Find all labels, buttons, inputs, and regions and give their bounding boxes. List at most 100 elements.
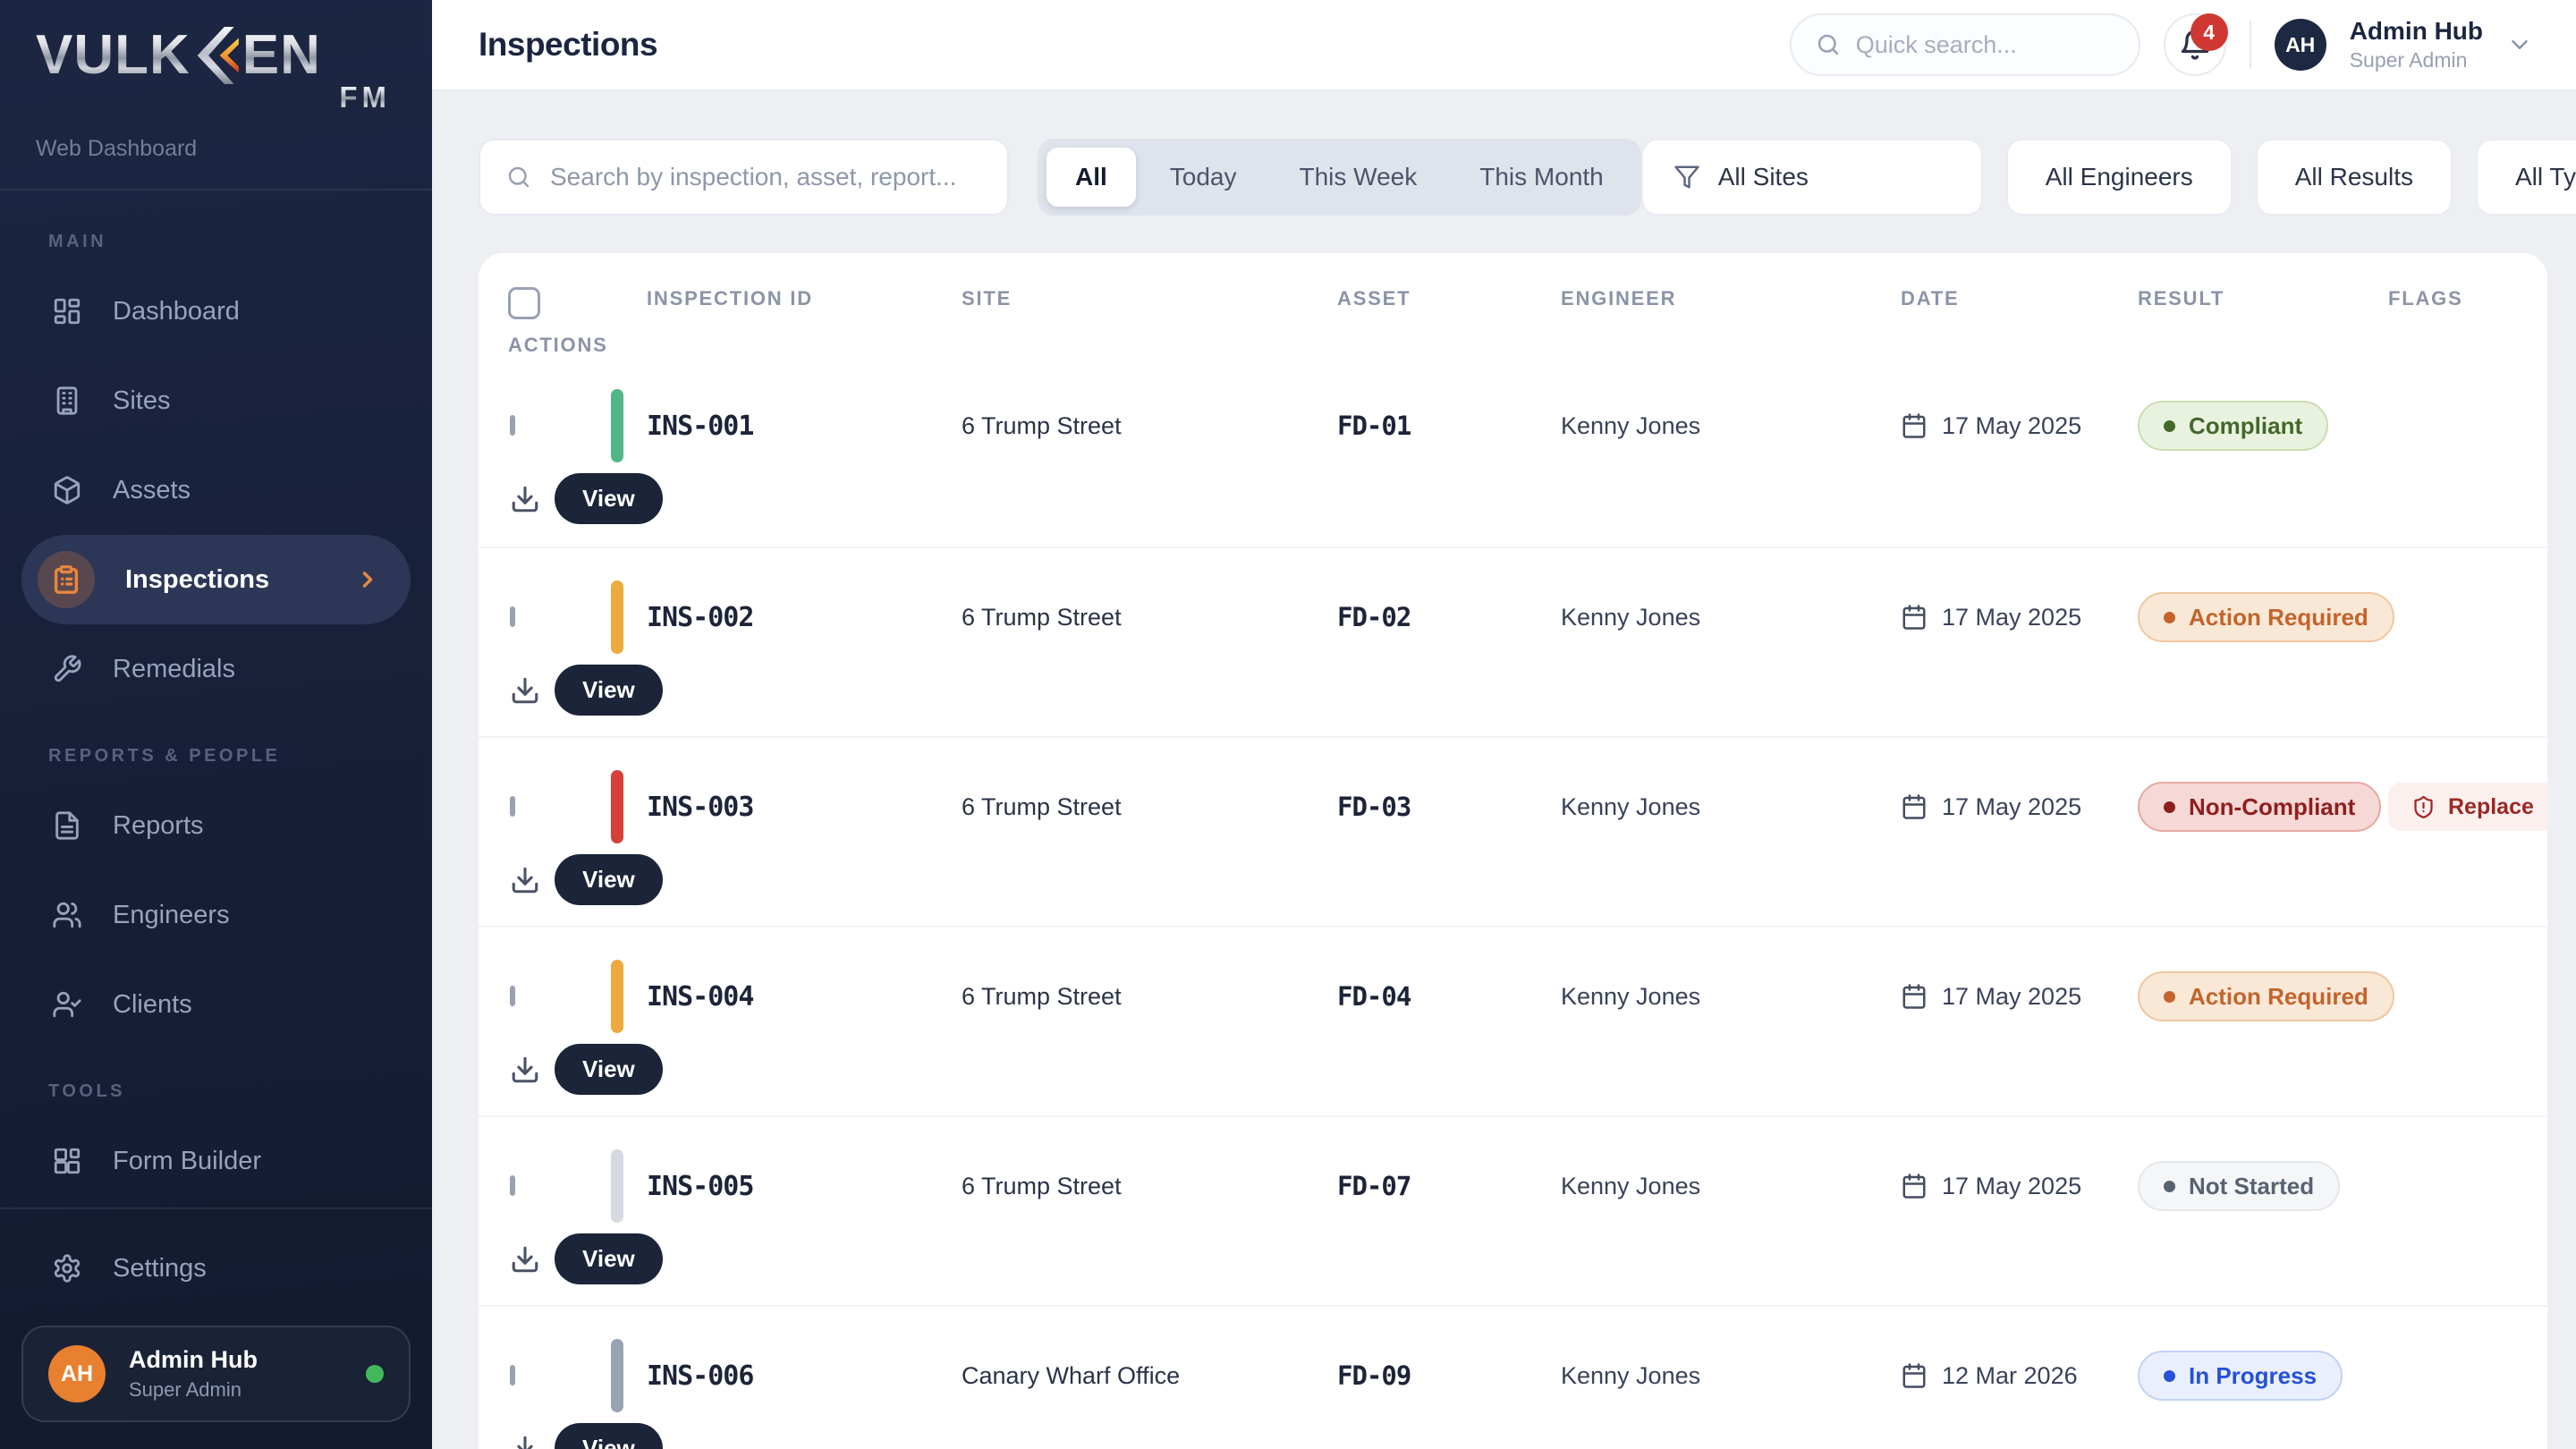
row-checkbox[interactable] <box>510 1365 515 1385</box>
view-button[interactable]: View <box>555 1423 663 1449</box>
date-cell: 17 May 2025 <box>1942 793 2081 821</box>
date-cell: 17 May 2025 <box>1942 604 2081 631</box>
sidebar-item-clients[interactable]: Clients <box>21 960 411 1049</box>
download-icon[interactable] <box>510 1434 540 1449</box>
download-icon[interactable] <box>510 1055 540 1085</box>
sidebar-nav: MAIN Dashboard Sites Assets Inspections Remed… <box>0 191 432 1184</box>
header-divider <box>2250 21 2251 69</box>
page-title: Inspections <box>479 26 657 64</box>
sidebar-item-reports[interactable]: Reports <box>21 781 411 870</box>
funnel-icon <box>1674 164 1700 191</box>
tab-today[interactable]: Today <box>1141 148 1266 207</box>
sidebar-user-card[interactable]: AH Admin Hub Super Admin <box>21 1326 411 1422</box>
select-all-checkbox[interactable] <box>508 287 540 319</box>
filter-all-sites[interactable]: All Sites <box>1641 139 1983 216</box>
inspection-id: INS-001 <box>647 411 753 442</box>
notifications-button[interactable]: 4 <box>2164 13 2226 76</box>
row-checkbox[interactable] <box>510 415 515 436</box>
table-row: INS-006 Canary Wharf Office FD-09 Kenny … <box>479 1305 2547 1449</box>
row-status-accent-bar <box>611 1339 623 1412</box>
sidebar-subtitle: Web Dashboard <box>36 136 396 162</box>
tab-this-week[interactable]: This Week <box>1271 148 1446 207</box>
download-icon[interactable] <box>510 484 540 514</box>
table-row: INS-002 6 Trump Street FD-02 Kenny Jones… <box>479 547 2547 736</box>
download-icon[interactable] <box>510 865 540 895</box>
site-cell: 6 Trump Street <box>962 604 1337 631</box>
filter-all-results[interactable]: All Results <box>2256 139 2453 216</box>
header-user-role: Super Admin <box>2350 48 2483 72</box>
sidebar-item-label: Sites <box>113 386 170 416</box>
sidebar-item-engineers[interactable]: Engineers <box>21 870 411 960</box>
sidebar-item-remedials[interactable]: Remedials <box>21 624 411 714</box>
site-cell: 6 Trump Street <box>962 793 1337 821</box>
table-row: INS-005 6 Trump Street FD-07 Kenny Jones… <box>479 1115 2547 1305</box>
tab-all[interactable]: All <box>1046 148 1136 207</box>
sidebar-item-settings[interactable]: Settings <box>21 1224 411 1313</box>
filter-all-types[interactable]: All Types <box>2476 139 2576 216</box>
box-icon <box>52 475 82 505</box>
row-status-accent-bar <box>611 580 623 654</box>
site-cell: 6 Trump Street <box>962 983 1337 1011</box>
row-status-accent-bar <box>611 1149 623 1223</box>
sidebar-item-label: Inspections <box>125 565 269 595</box>
sidebar-item-dashboard[interactable]: Dashboard <box>21 267 411 356</box>
sidebar-item-inspections[interactable]: Inspections <box>21 535 411 624</box>
search-icon <box>505 164 532 191</box>
engineer-cell: Kenny Jones <box>1561 412 1901 440</box>
tab-this-month[interactable]: This Month <box>1451 148 1632 207</box>
status-dot <box>2164 1370 2175 1382</box>
filter-all-engineers[interactable]: All Engineers <box>2006 139 2233 216</box>
flags-cell: Replace <box>2388 783 2547 831</box>
row-checkbox[interactable] <box>510 1175 515 1196</box>
download-icon[interactable] <box>510 1244 540 1275</box>
quick-search-input[interactable] <box>1790 13 2140 76</box>
sidebar-item-form-builder[interactable]: Form Builder <box>21 1116 411 1184</box>
section-label: MAIN <box>21 199 411 267</box>
view-button[interactable]: View <box>555 854 663 905</box>
date-cell: 17 May 2025 <box>1942 412 2081 440</box>
column-header-actions: ACTIONS <box>508 334 611 357</box>
view-button[interactable]: View <box>555 665 663 716</box>
view-button[interactable]: View <box>555 1044 663 1095</box>
chevron-down-icon[interactable] <box>2506 31 2533 58</box>
document-icon <box>52 810 82 841</box>
sidebar-item-label: Clients <box>113 990 192 1020</box>
brand-name-left: VULK <box>36 28 191 83</box>
view-button[interactable]: View <box>555 1233 663 1284</box>
sidebar-item-sites[interactable]: Sites <box>21 356 411 445</box>
result-badge: In Progress <box>2138 1351 2343 1401</box>
view-button[interactable]: View <box>555 473 663 524</box>
calendar-icon <box>1901 1173 1928 1199</box>
asset-cell: FD-09 <box>1337 1360 1561 1391</box>
users-icon <box>52 900 82 930</box>
online-status-dot <box>366 1365 384 1383</box>
user-name: Admin Hub <box>129 1346 258 1374</box>
site-cell: 6 Trump Street <box>962 1173 1337 1200</box>
chevron-right-icon <box>355 567 380 592</box>
sidebar-item-label: Dashboard <box>113 297 240 326</box>
quick-search-field[interactable] <box>1856 31 2115 59</box>
row-checkbox[interactable] <box>510 606 515 627</box>
engineer-cell: Kenny Jones <box>1561 983 1901 1011</box>
row-checkbox[interactable] <box>510 986 515 1006</box>
sidebar-item-assets[interactable]: Assets <box>21 445 411 535</box>
table-row: INS-001 6 Trump Street FD-01 Kenny Jones… <box>479 357 2547 547</box>
search-icon <box>1815 31 1842 58</box>
notification-badge: 4 <box>2190 13 2228 51</box>
inspection-id: INS-005 <box>647 1171 753 1202</box>
flag-replace-button[interactable]: Replace <box>2388 783 2547 831</box>
row-checkbox[interactable] <box>510 796 515 817</box>
user-check-icon <box>52 989 82 1020</box>
download-icon[interactable] <box>510 675 540 706</box>
column-header: RESULT <box>2138 278 2388 310</box>
table-search-input[interactable] <box>479 139 1009 216</box>
result-badge: Action Required <box>2138 592 2394 642</box>
settings-section: Settings <box>0 1208 432 1313</box>
site-cell: Canary Wharf Office <box>962 1362 1337 1390</box>
table-search-field[interactable] <box>550 163 982 191</box>
inspection-id: INS-003 <box>647 792 753 823</box>
engineer-cell: Kenny Jones <box>1561 604 1901 631</box>
calendar-icon <box>1901 604 1928 631</box>
shield-alert-icon <box>2411 795 2436 819</box>
brand-chevron-icon <box>192 27 241 84</box>
